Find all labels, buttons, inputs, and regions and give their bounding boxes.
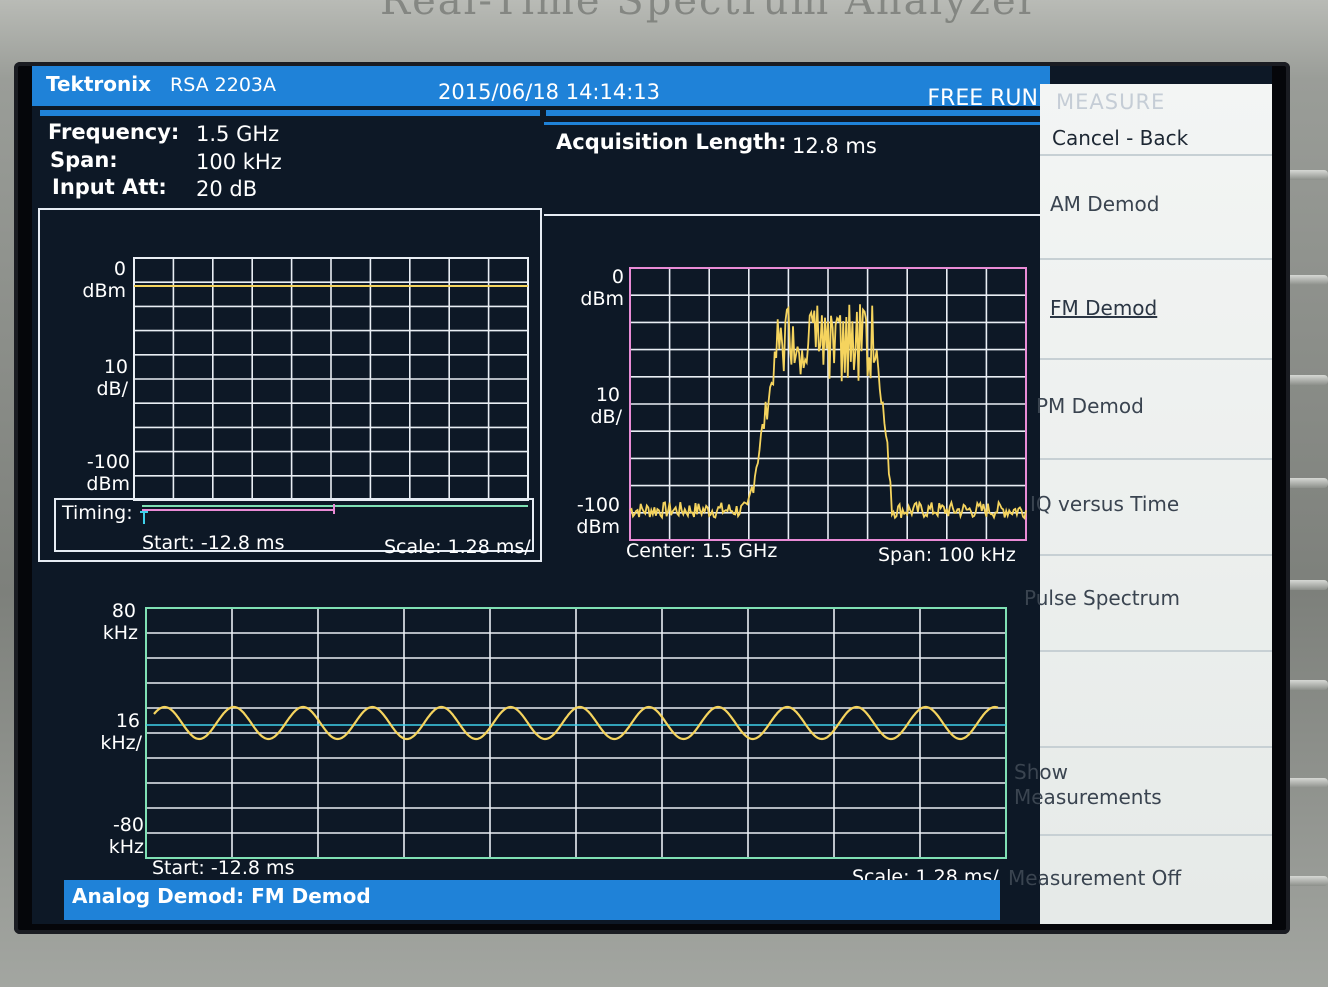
acquisition-length-value: 12.8 ms: [792, 134, 877, 158]
input-att-label: Input Att:: [52, 175, 167, 199]
menu-fm-demod[interactable]: FM Demod: [1040, 260, 1272, 360]
spec-top-unit: dBm: [580, 288, 624, 310]
power-vs-time-graticule: [133, 257, 529, 501]
status-text: Analog Demod: FM Demod: [72, 884, 371, 908]
acquisition-length-label: Acquisition Length:: [556, 130, 787, 154]
divider-line: [544, 214, 1042, 216]
fm-top-unit: kHz: [102, 622, 138, 644]
spectrum-display[interactable]: [626, 264, 1030, 544]
spec-scale-value: 10: [595, 384, 620, 406]
menu-item-label: IQ versus Time: [1030, 492, 1180, 516]
menu-item-label: Show Measurements: [1014, 760, 1162, 809]
menu-pulse-spectrum[interactable]: Pulse Spectrum: [1024, 556, 1272, 652]
fm-bottom-value: -80: [112, 814, 144, 836]
fm-bottom-unit: kHz: [108, 836, 144, 858]
menu-item-label: FM Demod: [1050, 296, 1158, 320]
span-label: Span:: [50, 148, 118, 172]
spec-span: Span: 100 kHz: [878, 544, 1016, 566]
datetime: 2015/06/18 14:14:13: [438, 80, 661, 104]
menu-title: MEASURE: [1056, 90, 1166, 114]
menu-show-measurements[interactable]: Show Measurements: [1014, 748, 1272, 836]
status-bar: Analog Demod: FM Demod: [64, 880, 1000, 920]
header-underline-left: [40, 110, 540, 116]
fm-scale-unit: kHz/: [100, 732, 142, 754]
spec-top-value: 0: [611, 266, 624, 288]
pvt-top-unit: dBm: [82, 280, 126, 302]
spec-bottom-value: -100: [576, 494, 620, 516]
fm-scale-value: 16: [115, 710, 140, 732]
span-value: 100 kHz: [196, 150, 282, 174]
menu-empty-slot[interactable]: [1040, 652, 1272, 748]
pvt-scale-unit: dB/: [96, 378, 129, 400]
menu-iq-versus-time[interactable]: IQ versus Time: [1030, 460, 1272, 556]
pvt-bottom-unit: dBm: [86, 473, 130, 495]
menu-measurement-off[interactable]: Measurement Off: [1008, 836, 1272, 920]
measure-menu: MEASURE Cancel - Back AM Demod FM Demod …: [1008, 84, 1272, 924]
frequency-value: 1.5 GHz: [196, 122, 280, 146]
timing-markers[interactable]: [138, 500, 534, 526]
fm-demod-display[interactable]: [142, 600, 1010, 862]
menu-item-label: AM Demod: [1050, 192, 1160, 216]
pvt-scale-value: 10: [103, 356, 128, 378]
menu-item-label: Cancel - Back: [1052, 126, 1189, 150]
model-name: RSA 2203A: [170, 74, 277, 96]
menu-cancel-back[interactable]: Cancel - Back: [1040, 114, 1272, 156]
header-underline-right: [546, 110, 1042, 116]
run-mode-indicator: FREE RUN: [927, 86, 1038, 111]
fm-start: Start: -12.8 ms: [152, 857, 295, 879]
brand-logo: Tektronix: [46, 72, 152, 96]
pvt-scale: Scale: 1.28 ms/: [384, 536, 531, 558]
menu-pm-demod[interactable]: PM Demod: [1036, 360, 1272, 460]
fm-top-value: 80: [111, 600, 136, 622]
spec-scale-unit: dB/: [590, 406, 623, 428]
pvt-bottom-value: -100: [86, 451, 130, 473]
input-att-value: 20 dB: [196, 177, 258, 201]
menu-am-demod[interactable]: AM Demod: [1040, 156, 1272, 260]
menu-item-label: Measurement Off: [1008, 866, 1182, 890]
header-bar: Tektronix RSA 2203A 2015/06/18 14:14:13 …: [32, 66, 1050, 111]
timing-label: Timing:: [62, 502, 133, 524]
bezel-title: Real-Time Spectrum Analyzer: [380, 0, 1039, 24]
frequency-label: Frequency:: [48, 120, 180, 144]
menu-item-label: PM Demod: [1036, 394, 1144, 418]
spec-center: Center: 1.5 GHz: [626, 540, 778, 562]
pvt-start: Start: -12.8 ms: [142, 532, 285, 554]
pvt-top-value: 0: [113, 258, 126, 280]
menu-item-label: Pulse Spectrum: [1024, 586, 1180, 610]
header-underline-right-2: [544, 122, 1042, 125]
spec-bottom-unit: dBm: [576, 516, 620, 538]
